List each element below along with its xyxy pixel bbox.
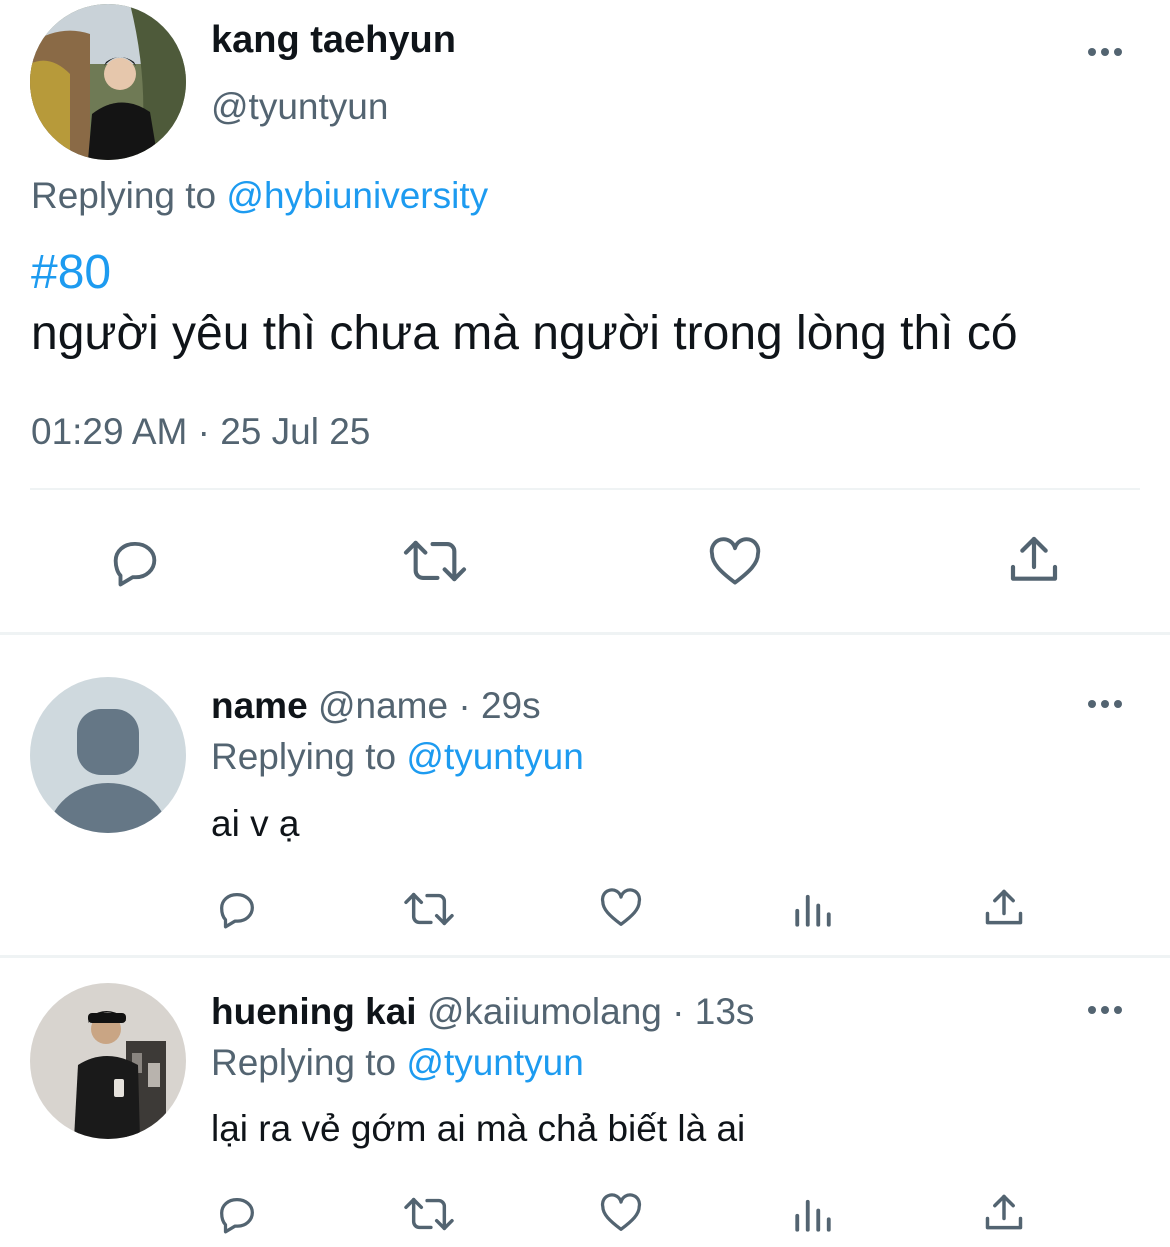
reply-author-handle[interactable]: @name [318, 685, 448, 726]
retweet-icon[interactable] [401, 532, 469, 590]
more-icon[interactable] [1088, 48, 1122, 56]
share-icon[interactable] [982, 1191, 1026, 1235]
reply-text: lại ra vẻ gớm ai mà chả biết là ai [211, 1108, 746, 1149]
reply-header: huening kai @kaiiumolang · 13s [211, 990, 754, 1034]
reply-text: ai v ạ [211, 803, 300, 844]
retweet-icon[interactable] [401, 886, 457, 932]
replying-to-label: Replying to [211, 1042, 397, 1083]
reply-icon[interactable] [214, 1191, 260, 1237]
heart-icon[interactable] [597, 885, 645, 931]
share-icon[interactable] [982, 886, 1026, 930]
share-icon[interactable] [1006, 532, 1062, 588]
reply-author-name[interactable]: huening kai [211, 991, 417, 1032]
replying-to-handle[interactable]: @hybiuniversity [226, 175, 488, 216]
replying-to-line: Replying to @tyuntyun [211, 735, 584, 779]
views-icon[interactable] [792, 1193, 834, 1235]
heart-icon[interactable] [705, 533, 765, 591]
reply-time[interactable]: · 29s [458, 685, 540, 726]
author-avatar[interactable] [30, 4, 186, 160]
tweet-separator [30, 488, 1140, 490]
replying-to-label: Replying to [211, 736, 397, 777]
reply-author-name[interactable]: name [211, 685, 308, 726]
reply-avatar[interactable] [30, 983, 186, 1139]
author-name[interactable]: kang taehyun [211, 18, 456, 62]
reply-header: name @name · 29s [211, 684, 541, 728]
views-icon[interactable] [792, 888, 834, 930]
replying-to-handle[interactable]: @tyuntyun [406, 1042, 583, 1083]
reply-icon[interactable] [214, 886, 260, 932]
reply-avatar[interactable] [30, 677, 186, 833]
reply-icon[interactable] [106, 533, 164, 591]
heart-icon[interactable] [597, 1190, 645, 1236]
tweet-hashtag[interactable]: #80 [31, 246, 111, 300]
section-divider [0, 632, 1170, 635]
more-icon[interactable] [1088, 1006, 1122, 1014]
reply-time[interactable]: · 13s [672, 991, 754, 1032]
replying-to-label: Replying to [31, 175, 217, 216]
section-divider [0, 955, 1170, 958]
retweet-icon[interactable] [401, 1191, 457, 1237]
tweet-timestamp[interactable]: 01:29 AM · 25 Jul 25 [31, 410, 370, 454]
reply-author-handle[interactable]: @kaiiumolang [427, 991, 662, 1032]
more-icon[interactable] [1088, 700, 1122, 708]
replying-to-line: Replying to @hybiuniversity [31, 174, 488, 218]
author-handle[interactable]: @tyuntyun [211, 85, 388, 129]
tweet-text: người yêu thì chưa mà người trong lòng t… [31, 307, 1018, 360]
replying-to-line: Replying to @tyuntyun [211, 1041, 584, 1085]
replying-to-handle[interactable]: @tyuntyun [406, 736, 583, 777]
